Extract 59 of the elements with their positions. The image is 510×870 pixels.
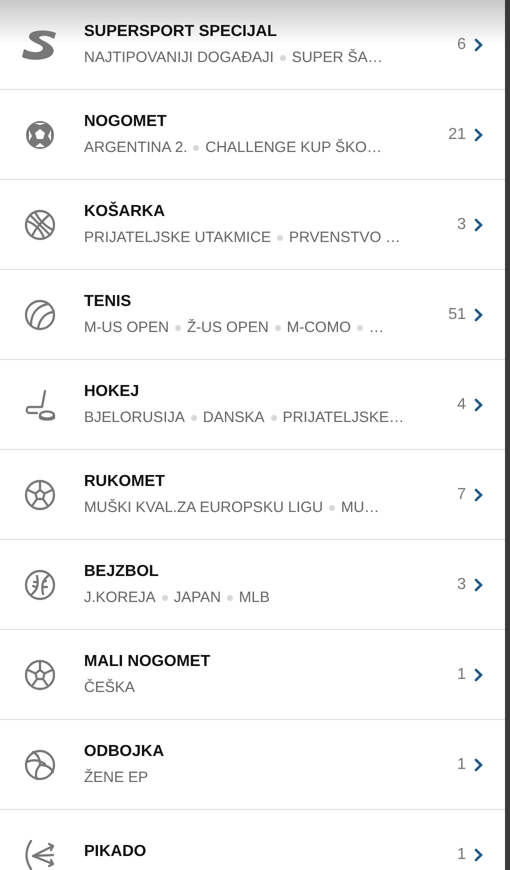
event-count: 1 xyxy=(457,844,466,864)
league-name: J.KOREJA xyxy=(84,588,156,608)
league-name: M-US OPEN xyxy=(84,318,170,338)
league-name: … xyxy=(368,318,384,338)
volleyball-icon xyxy=(23,748,57,782)
league-name: NAJTIPOVANIJI DOGAĐAJI xyxy=(84,48,274,68)
league-name: ARGENTINA 2. xyxy=(84,138,188,158)
league-name: ŽENE EP xyxy=(84,768,148,788)
league-name: M-COMO xyxy=(286,318,351,338)
sport-name: PIKADO xyxy=(84,842,146,862)
sport-name: KOŠARKA xyxy=(84,202,165,222)
league-name: JAPAN xyxy=(174,588,221,608)
league-name: BJELORUSIJA xyxy=(84,408,185,428)
basketball-icon xyxy=(23,208,57,242)
darts-icon xyxy=(23,838,57,870)
sport-name: NOGOMET xyxy=(84,112,167,132)
chevron-right-icon xyxy=(474,848,483,862)
sport-name: MALI NOGOMET xyxy=(84,652,210,672)
ball-icon xyxy=(23,478,57,512)
sport-name: HOKEJ xyxy=(84,382,140,402)
event-count: 3 xyxy=(457,574,466,594)
event-count: 1 xyxy=(457,664,466,684)
sport-name: RUKOMET xyxy=(84,472,165,492)
league-name: PRIJATELJSKE… xyxy=(282,408,404,428)
sport-name: SUPERSPORT SPECIJAL xyxy=(84,22,277,42)
event-count: 6 xyxy=(457,34,466,54)
league-name: MLB xyxy=(238,588,270,608)
baseball-icon xyxy=(23,568,57,602)
event-count: 4 xyxy=(457,394,466,414)
chevron-right-icon xyxy=(474,758,483,772)
chevron-right-icon xyxy=(474,128,483,142)
sport-name: ODBOJKA xyxy=(84,742,164,762)
chevron-right-icon xyxy=(474,218,483,232)
league-name: SUPER ŠA… xyxy=(292,48,383,68)
sport-name: BEJZBOL xyxy=(84,562,159,582)
event-count: 51 xyxy=(448,304,466,324)
league-name: MU… xyxy=(340,498,380,518)
event-count: 21 xyxy=(448,124,466,144)
chevron-right-icon xyxy=(474,488,483,502)
chevron-right-icon xyxy=(474,398,483,412)
ball-icon xyxy=(23,658,57,692)
event-count: 7 xyxy=(457,484,466,504)
event-count: 1 xyxy=(457,754,466,774)
chevron-right-icon xyxy=(474,38,483,52)
league-name: CHALLENGE KUP ŠKO… xyxy=(205,138,382,158)
event-count: 3 xyxy=(457,214,466,234)
league-name: PRVENSTVO … xyxy=(288,228,400,248)
league-name: Ž-US OPEN xyxy=(187,318,269,338)
league-name: DANSKA xyxy=(202,408,265,428)
chevron-right-icon xyxy=(474,578,483,592)
scrollbar[interactable] xyxy=(505,0,510,870)
league-name: MUŠKI KVAL.ZA EUROPSKU LIGU xyxy=(84,498,323,518)
league-name: ČEŠKA xyxy=(84,678,135,698)
tennis-ball-icon xyxy=(23,298,57,332)
league-name: PRIJATELJSKE UTAKMICE xyxy=(84,228,271,248)
hockey-stick-icon xyxy=(23,388,57,422)
chevron-right-icon xyxy=(474,668,483,682)
chevron-right-icon xyxy=(474,308,483,322)
sport-name: TENIS xyxy=(84,292,132,312)
